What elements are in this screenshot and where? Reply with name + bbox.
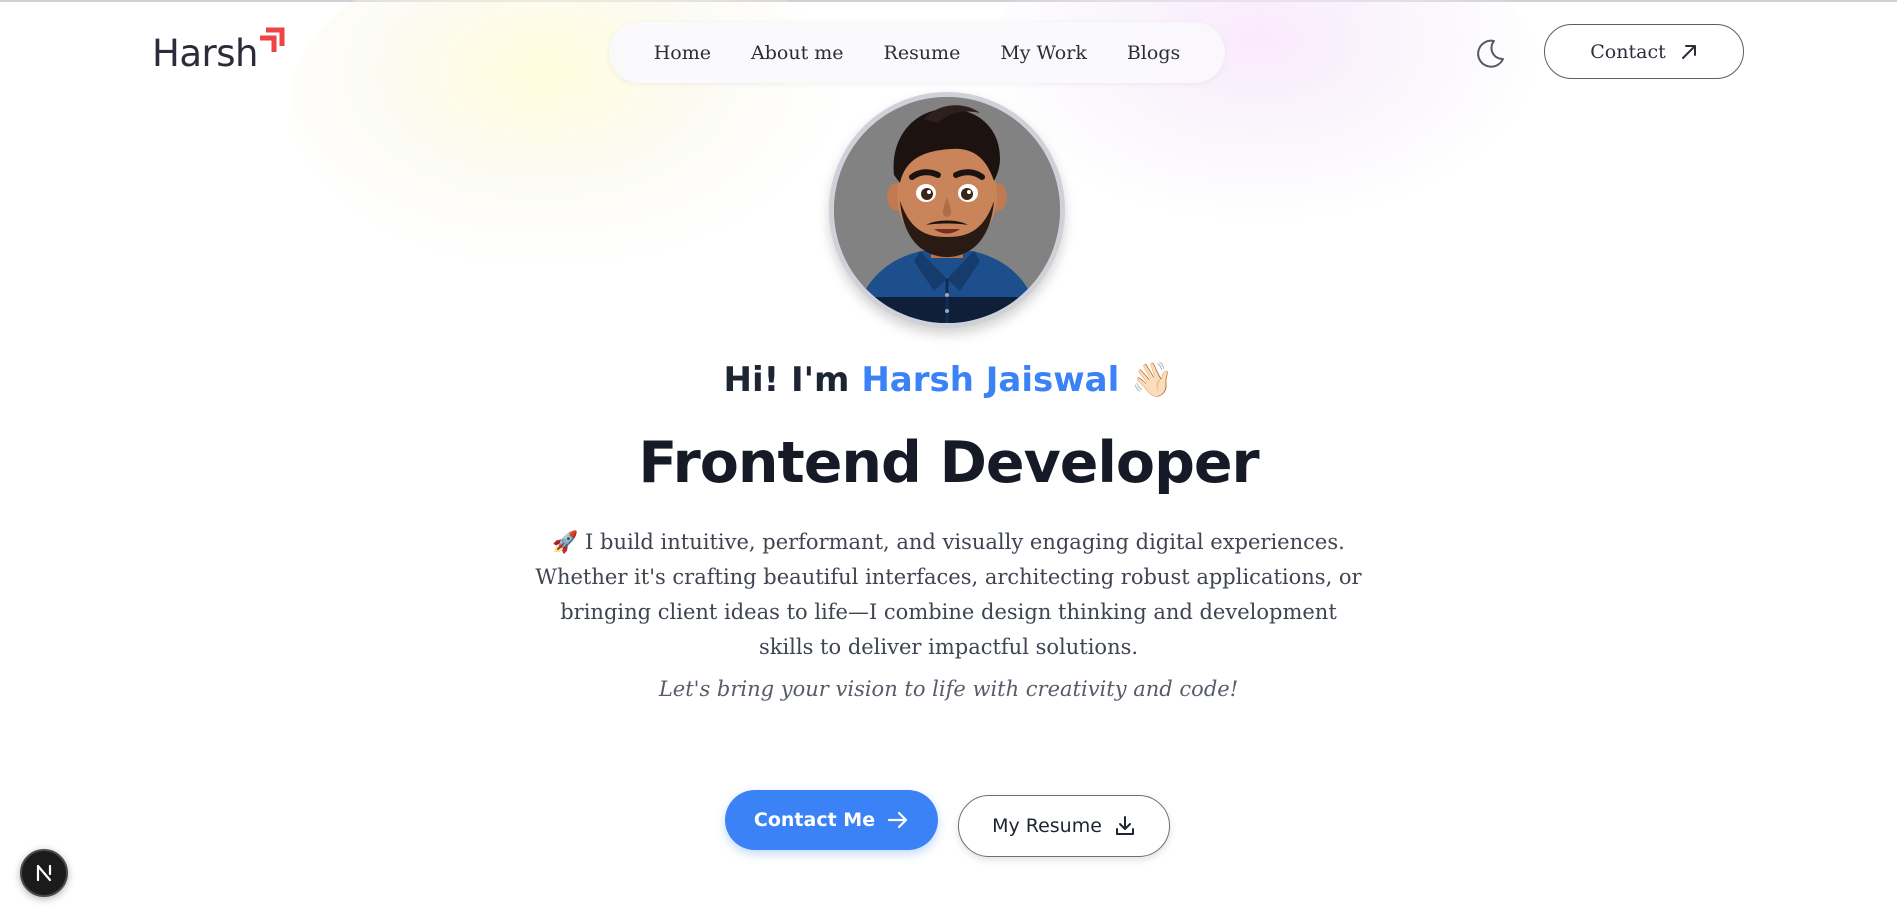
hero-description-text: I build intuitive, performant, and visua…	[535, 530, 1362, 659]
main-nav: Home About me Resume My Work Blogs	[609, 22, 1225, 83]
contact-button[interactable]: Contact	[1544, 24, 1744, 79]
greeting-prefix: Hi! I'm	[723, 360, 850, 400]
nav-resume[interactable]: Resume	[884, 42, 961, 64]
site-logo[interactable]: Harsh	[152, 26, 292, 76]
rocket-icon: 🚀	[552, 530, 579, 554]
hero-title: Frontend Developer	[638, 430, 1259, 496]
download-icon	[1115, 816, 1134, 835]
contact-button-label: Contact	[1590, 40, 1666, 63]
logo-text: Harsh	[152, 32, 258, 75]
contact-me-label: Contact Me	[753, 809, 876, 831]
my-resume-label: My Resume	[992, 815, 1102, 837]
logo-arrow-icon	[260, 27, 285, 52]
contact-me-button[interactable]: Contact Me	[725, 790, 938, 850]
nextjs-logo-icon	[36, 864, 52, 882]
avatar-frame	[829, 92, 1065, 328]
hero-greeting: Hi! I'm Harsh Jaiswal 👋🏻	[0, 360, 1897, 400]
top-border	[0, 0, 1897, 2]
my-resume-button[interactable]: My Resume	[958, 795, 1170, 857]
nav-my-work[interactable]: My Work	[1000, 42, 1087, 64]
nav-blogs[interactable]: Blogs	[1127, 42, 1180, 64]
nav-about-me[interactable]: About me	[751, 42, 844, 64]
nextjs-icon[interactable]	[20, 849, 68, 897]
hero-tagline: Let's bring your vision to life with cre…	[658, 677, 1239, 701]
nav-home[interactable]: Home	[654, 42, 711, 64]
arrow-right-icon	[887, 811, 908, 829]
avatar	[834, 97, 1060, 323]
cartoon-avatar	[834, 97, 1060, 323]
moon-icon[interactable]	[1474, 38, 1506, 70]
greeting-name: Harsh Jaiswal	[861, 360, 1120, 400]
waving-hand-icon: 👋🏻	[1131, 360, 1174, 400]
arrow-up-right-icon	[1681, 44, 1696, 59]
hero-description: 🚀 I build intuitive, performant, and vis…	[530, 525, 1367, 665]
